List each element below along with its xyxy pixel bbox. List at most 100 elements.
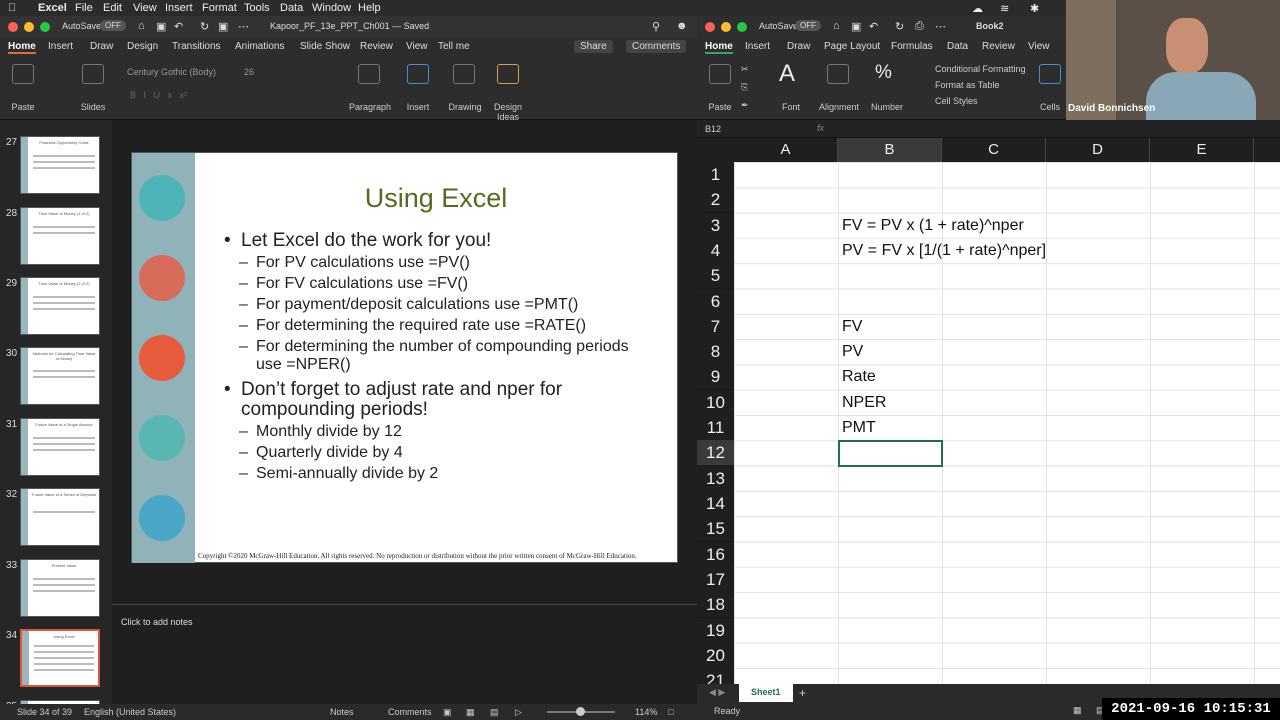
row-header[interactable]: 18: [697, 592, 734, 617]
row-header[interactable]: 1: [697, 162, 734, 187]
paste-icon[interactable]: [12, 64, 34, 84]
apple-icon[interactable]: : [8, 2, 16, 14]
undo-icon[interactable]: ↶: [174, 20, 183, 33]
row-header[interactable]: 7: [697, 314, 734, 339]
comments-status-button[interactable]: Comments: [388, 707, 432, 717]
tab-transitions[interactable]: Transitions: [172, 41, 221, 52]
cell-b8[interactable]: PV: [842, 343, 863, 361]
tab-formulas[interactable]: Formulas: [891, 41, 933, 52]
column-header-c[interactable]: C: [942, 138, 1046, 162]
cell-b4[interactable]: PV = FV x [1/(1 + rate)^nper]: [842, 242, 1046, 260]
slide-thumbnail[interactable]: Time Value of Money (2 of 2): [20, 277, 100, 335]
more-icon[interactable]: ⋯: [238, 20, 249, 33]
row-header[interactable]: 2: [697, 187, 734, 212]
save-icon[interactable]: ▣: [851, 20, 861, 33]
tab-view[interactable]: View: [1028, 41, 1050, 52]
slide-thumbnail[interactable]: Future Value of a Single Amount: [20, 418, 100, 476]
menu-tools[interactable]: Tools: [244, 2, 270, 14]
fit-slide-icon[interactable]: □: [668, 707, 673, 717]
row-header[interactable]: 17: [697, 567, 734, 592]
tab-home[interactable]: Home: [705, 41, 733, 54]
tab-review[interactable]: Review: [360, 41, 393, 52]
cloud-icon[interactable]: ☁: [972, 2, 983, 15]
cell-styles-button[interactable]: Cell Styles: [935, 96, 978, 106]
tab-insert[interactable]: Insert: [745, 41, 770, 52]
row-header[interactable]: 21: [697, 668, 734, 684]
normal-view-icon[interactable]: ▣: [443, 707, 452, 718]
cond-format-button[interactable]: Conditional Formatting: [935, 64, 1026, 74]
row-header[interactable]: 12: [697, 440, 734, 465]
menu-format[interactable]: Format: [202, 2, 237, 14]
tab-draw[interactable]: Draw: [787, 41, 810, 52]
slide-body[interactable]: Let Excel do the work for you! For PV ca…: [224, 229, 657, 484]
cell-b3[interactable]: FV = PV x (1 + rate)^nper: [842, 217, 1024, 235]
autosave-toggle[interactable]: OFF: [795, 20, 821, 31]
cell-b9[interactable]: Rate: [842, 368, 876, 386]
notes-pane[interactable]: Click to add notes: [112, 604, 697, 704]
select-all-corner[interactable]: [697, 138, 734, 162]
tab-data[interactable]: Data: [947, 41, 968, 52]
more-icon[interactable]: ⋯: [935, 20, 946, 33]
menu-insert[interactable]: Insert: [165, 2, 193, 14]
zoom-level[interactable]: 114%: [635, 707, 657, 717]
add-sheet-icon[interactable]: +: [799, 686, 806, 700]
menu-help[interactable]: Help: [358, 2, 381, 14]
insert-icon[interactable]: [407, 64, 429, 84]
slide-thumbnail-pane[interactable]: 27 Financial Opportunity Costs 28 Time V…: [0, 120, 112, 712]
slide-title[interactable]: Using Excel: [195, 183, 677, 214]
format-painter-icon[interactable]: ✒: [741, 100, 749, 111]
row-header[interactable]: 19: [697, 618, 734, 643]
tab-tell-me[interactable]: Tell me: [438, 41, 470, 52]
row-header[interactable]: 8: [697, 339, 734, 364]
tab-home[interactable]: Home: [8, 41, 36, 54]
tab-slideshow[interactable]: Slide Show: [300, 41, 350, 52]
home-icon[interactable]: ⌂: [138, 20, 145, 32]
sorter-view-icon[interactable]: ▦: [466, 707, 475, 718]
drawing-icon[interactable]: [453, 64, 475, 84]
search-icon[interactable]: ⚲: [652, 20, 660, 33]
cell-b7[interactable]: FV: [842, 318, 862, 336]
cells-icon[interactable]: [1039, 64, 1061, 84]
redo-icon[interactable]: ↻: [895, 20, 904, 33]
slide-thumbnail[interactable]: Present Value: [20, 559, 100, 617]
alignment-icon[interactable]: [827, 64, 849, 84]
cell-b10[interactable]: NPER: [842, 394, 886, 412]
slide-thumbnail[interactable]: Time Value of Money (1 of 2): [20, 207, 100, 265]
share-button[interactable]: Share: [574, 40, 613, 53]
format-table-button[interactable]: Format as Table: [935, 80, 999, 90]
column-header-e[interactable]: E: [1150, 138, 1254, 162]
menu-data[interactable]: Data: [280, 2, 303, 14]
slide-thumbnail[interactable]: Methods for Calculating Time Value of Mo…: [20, 347, 100, 405]
print-icon[interactable]: ⎙: [915, 20, 924, 33]
zoom-slider-knob[interactable]: [576, 707, 585, 716]
bluetooth-icon[interactable]: ✱: [1030, 2, 1039, 15]
undo-icon[interactable]: ↶: [869, 20, 878, 33]
cell-area[interactable]: FV = PV x (1 + rate)^nper PV = FV x [1/(…: [734, 162, 1280, 684]
minimize-icon[interactable]: [721, 22, 731, 32]
tab-insert[interactable]: Insert: [48, 41, 73, 52]
column-header-f[interactable]: [1254, 138, 1280, 162]
copy-icon[interactable]: ⎘: [741, 82, 748, 93]
comments-button[interactable]: Comments: [626, 40, 687, 53]
format-buttons[interactable]: B I U x x²: [130, 90, 187, 100]
font-icon[interactable]: A: [779, 60, 795, 88]
row-header[interactable]: 16: [697, 542, 734, 567]
row-header[interactable]: 10: [697, 390, 734, 415]
column-header-d[interactable]: D: [1046, 138, 1150, 162]
reading-view-icon[interactable]: ▤: [490, 707, 499, 718]
slide-thumbnail[interactable]: Financial Opportunity Costs: [20, 136, 100, 194]
tab-draw[interactable]: Draw: [90, 41, 113, 52]
sheet-tab[interactable]: Sheet1: [739, 684, 793, 702]
notes-button[interactable]: Notes: [330, 707, 354, 717]
slideshow-icon[interactable]: ▣: [218, 20, 228, 33]
font-size-field[interactable]: 26: [244, 67, 254, 77]
menu-app[interactable]: Excel: [38, 2, 67, 14]
normal-view-icon[interactable]: ▦: [1073, 705, 1082, 716]
row-header[interactable]: 14: [697, 491, 734, 516]
percent-icon[interactable]: %: [875, 62, 892, 84]
column-header-a[interactable]: A: [734, 138, 838, 162]
autosave-toggle[interactable]: OFF: [100, 20, 126, 31]
sheet-grid[interactable]: A B C D E 1 2 3 4 5 6 7 8 9 10 11 12 13 …: [697, 138, 1280, 684]
row-header[interactable]: 4: [697, 238, 734, 263]
menu-file[interactable]: File: [75, 2, 93, 14]
